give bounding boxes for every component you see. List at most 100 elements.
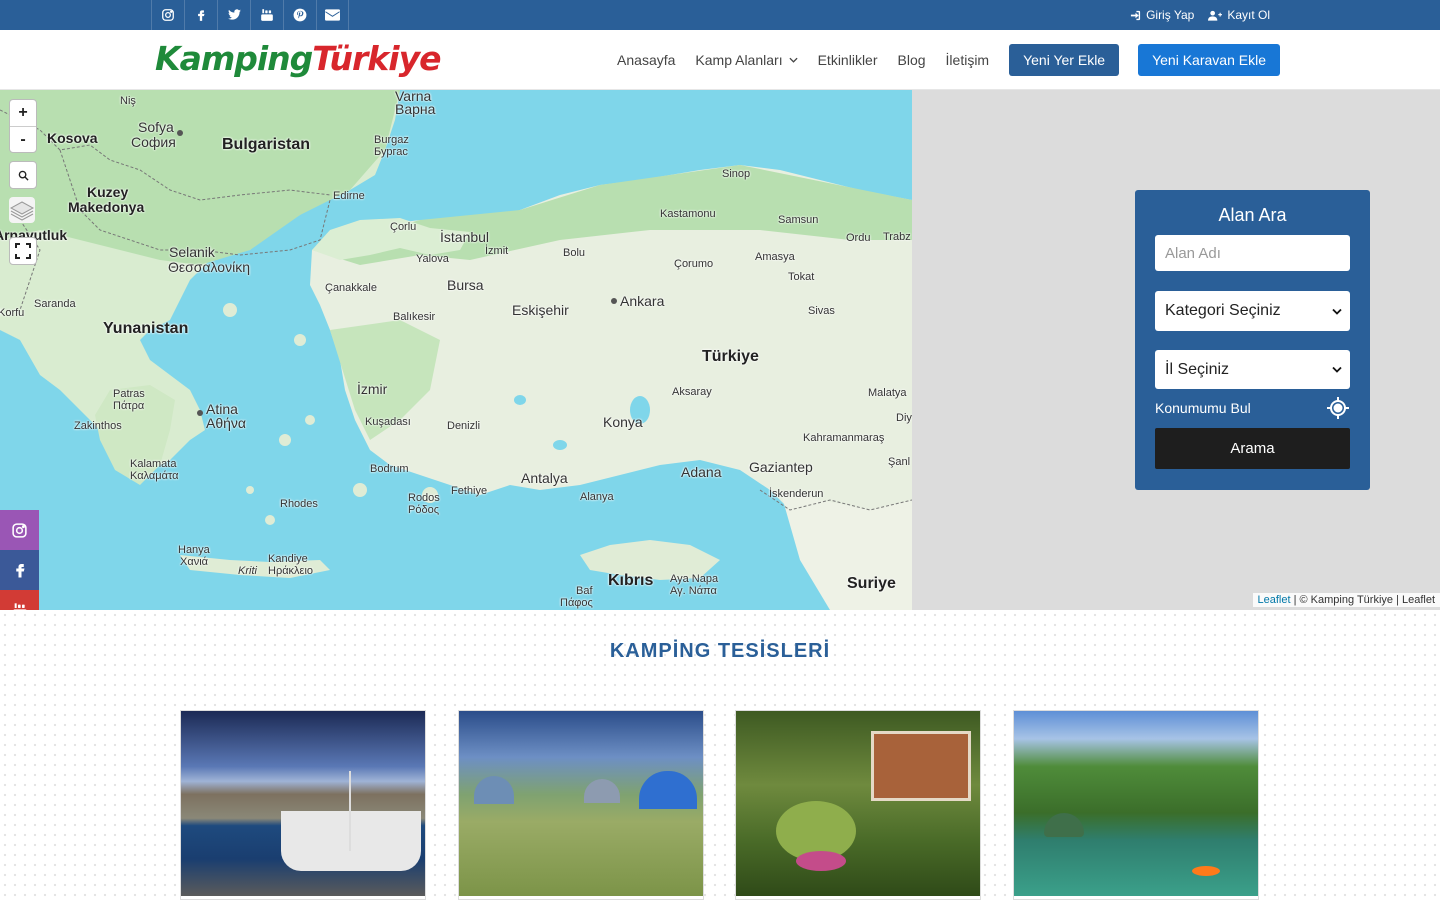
layers-icon [10,201,34,221]
map-label-kosova: Kosova [47,130,98,146]
map-label-nis: Niş [120,95,136,107]
instagram-icon [12,522,27,538]
map-label-aya-napa: Aya Napa [670,573,719,585]
map-label-makedonya: Makedonya [68,199,145,215]
add-caravan-button[interactable]: Yeni Karavan Ekle [1138,44,1280,76]
map-label-selanik-gr: Θεσσαλονίκη [168,259,250,275]
map-label-bodrum: Bodrum [370,463,409,475]
facility-card[interactable] [180,710,426,900]
nav-camp-areas-label: Kamp Alanları [695,52,783,68]
nav-events[interactable]: Etkinlikler [818,52,878,68]
login-link[interactable]: Giriş Yap [1130,8,1194,22]
youtube-icon[interactable] [250,0,283,30]
attribution-text: | © Kamping Türkiye | Leaflet [1293,594,1435,606]
map-label-saranda: Saranda [34,298,76,310]
map-label-rodos: Rodos [408,492,440,504]
map-label-sivas: Sivas [808,305,835,317]
map-label-kalamata: Kalamata [130,458,177,470]
nav-blog[interactable]: Blog [898,52,926,68]
logo-text-kamping: Kamping [155,39,313,78]
layers-control [9,197,35,223]
category-select[interactable]: Kategori Seçiniz [1155,291,1350,331]
map-label-varna-cyr: Варна [395,101,436,117]
map-search-button[interactable] [10,162,36,188]
facility-card[interactable] [458,710,704,900]
facility-card[interactable] [1013,710,1259,900]
top-social-links [151,0,349,30]
map-label-kandiye: Kandiye [268,553,308,565]
map-canvas[interactable]: Kosova Bulgaristan Kuzey Makedonya Arnav… [0,90,912,610]
side-instagram-button[interactable] [0,510,39,550]
map-label-ankara: Ankara [620,293,665,309]
map-label-izmir: İzmir [357,381,388,397]
map-landmass [0,90,912,610]
map-label-izmit: İzmit [485,245,509,257]
map-label-sofya: Sofya [138,119,174,135]
site-logo[interactable]: KampingTürkiye [155,39,441,78]
map-label-corlu: Çorlu [390,221,417,233]
map-label-kriti: Kriti [238,565,257,577]
leaflet-link[interactable]: Leaflet [1258,594,1291,606]
facility-photo-tents [459,711,703,896]
map-label-korfu: Korfu [0,307,25,319]
nav-home[interactable]: Anasayfa [617,52,675,68]
map-label-kastamonu: Kastamonu [660,208,716,220]
fullscreen-icon [15,243,31,259]
login-label: Giriş Yap [1146,8,1195,22]
search-icon [18,170,29,181]
map-label-eskisehir: Eskişehir [512,302,569,318]
zoom-out-button[interactable]: - [10,126,36,152]
map-label-trabz: Trabz [883,231,911,243]
top-bar: Giriş Yap Kayıt Ol [0,0,1440,30]
map-label-burgaz-cyr: Бургас [374,146,408,158]
map-label-hanya-gr: Χανιά [180,556,208,568]
register-link[interactable]: Kayıt Ol [1208,8,1270,22]
map-label-amasya: Amasya [755,251,795,263]
side-facebook-button[interactable] [0,550,39,590]
area-name-input[interactable]: Alan Adı [1155,235,1350,271]
crosshair-icon[interactable] [1326,396,1350,420]
map-label-aya-napa-gr: Αγ. Νάπα [670,585,717,597]
map-label-gaziantep: Gaziantep [749,459,813,475]
map-label-istanbul: İstanbul [440,229,490,245]
nav-contact[interactable]: İletişim [946,52,990,68]
city-select[interactable]: İl Seçiniz [1155,350,1350,389]
map-label-fethiye: Fethiye [451,485,488,497]
map-label-kandiye-gr: Ηράκλειο [268,565,314,577]
search-submit-button[interactable]: Arama [1155,428,1350,469]
map-search-control [9,161,37,189]
facility-photo-river [1014,711,1258,896]
search-panel: Alan Ara Alan Adı Kategori Seçiniz İl Se… [1135,190,1370,490]
map-label-sinop: Sinop [722,168,751,180]
chevron-down-icon [1332,366,1342,373]
locate-me-row[interactable]: Konumumu Bul [1155,396,1350,420]
map-label-balikesir: Balıkesir [393,311,436,323]
add-place-button[interactable]: Yeni Yer Ekle [1009,44,1120,76]
zoom-in-button[interactable]: + [10,100,36,126]
map-label-adana: Adana [681,464,722,480]
map-label-hanya: Hanya [178,544,210,556]
map-label-tokat: Tokat [788,271,815,283]
facebook-icon[interactable] [184,0,217,30]
fullscreen-button[interactable] [10,238,36,264]
twitter-icon[interactable] [217,0,250,30]
map-label-kalamata-gr: Καλαμάτα [130,470,179,482]
pinterest-icon[interactable] [283,0,316,30]
map-label-patras-gr: Πάτρα [113,400,145,412]
map-label-kuzey: Kuzey [87,184,129,200]
map-label-sanl: Şanl [888,456,911,468]
map-label-antalya: Antalya [521,470,568,486]
map-label-samsun: Samsun [778,214,819,226]
layers-button[interactable] [9,197,35,223]
map-label-iskenderun: İskenderun [769,488,824,500]
map-label-malatya: Malatya [868,387,907,399]
facility-photo-bungalow [736,711,980,896]
map-label-diy: Diy [896,412,912,424]
instagram-icon[interactable] [151,0,184,30]
facility-card[interactable] [735,710,981,900]
auth-links: Giriş Yap Kayıt Ol [1130,0,1270,30]
envelope-icon[interactable] [316,0,349,30]
area-name-placeholder: Alan Adı [1165,244,1221,262]
nav-camp-areas[interactable]: Kamp Alanları [695,52,798,68]
map-label-ordu: Ordu [846,232,871,244]
